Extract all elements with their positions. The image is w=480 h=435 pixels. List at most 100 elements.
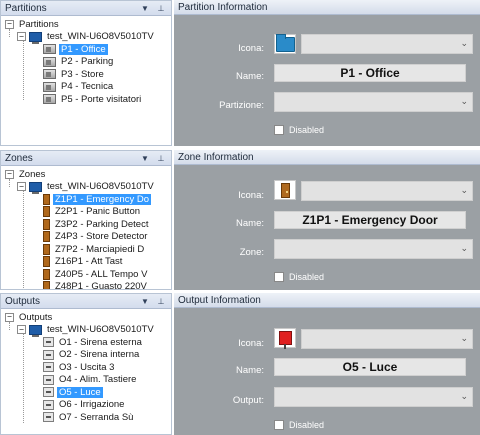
tree-item-label: Z40P5 - ALL Tempo V xyxy=(55,268,148,280)
name-label: Name: xyxy=(236,218,264,229)
icon-picker[interactable] xyxy=(274,33,296,54)
disabled-checkbox-row[interactable]: Disabled xyxy=(274,420,324,430)
zones-section: Zones ▼ ⊥ − Zones − test_WIN-U6O8V5010TV… xyxy=(0,150,480,290)
output-info-panel: Output Information Icona: ⌄ Name: O5 - L… xyxy=(174,293,480,435)
tree-item-zone[interactable]: Z3P2 - Parking Detect xyxy=(3,218,171,231)
pin-icon[interactable]: ⊥ xyxy=(155,2,167,14)
partition-label: Partizione: xyxy=(219,100,264,111)
icon-picker[interactable] xyxy=(274,180,296,200)
collapse-icon[interactable]: − xyxy=(17,32,26,42)
name-label: Name: xyxy=(236,71,264,82)
icon-picker[interactable] xyxy=(274,328,296,349)
collapse-icon[interactable]: − xyxy=(5,19,14,29)
tree-item-output[interactable]: O5 - Luce xyxy=(3,386,171,399)
disabled-checkbox[interactable] xyxy=(274,272,284,282)
tree-item-label: P4 - Tecnica xyxy=(61,81,114,93)
zones-tree-title: Zones xyxy=(5,152,33,164)
name-label: Name: xyxy=(236,365,264,376)
dropdown-icon[interactable]: ▼ xyxy=(139,152,151,164)
partition-icon xyxy=(43,81,56,92)
tree-item-label: Z1P1 - Emergency Do xyxy=(53,193,151,205)
tree-item-label: O4 - Alim. Tastiere xyxy=(59,374,137,386)
tree-item-partition[interactable]: P2 - Parking xyxy=(3,56,171,69)
door-icon xyxy=(43,218,50,230)
tree-item-output[interactable]: O3 - Uscita 3 xyxy=(3,361,171,374)
disabled-checkbox-row[interactable]: Disabled xyxy=(274,272,324,282)
partition-icon xyxy=(43,56,56,67)
tree-item-partition[interactable]: P5 - Porte visitatori xyxy=(3,93,171,106)
dropdown-icon[interactable]: ▼ xyxy=(139,295,151,307)
zone-select[interactable]: ⌄ xyxy=(274,239,473,259)
door-icon xyxy=(43,268,50,280)
disabled-label: Disabled xyxy=(289,272,325,282)
tree-item-output[interactable]: O7 - Serranda Sù xyxy=(3,411,171,424)
tree-item-zone[interactable]: Z4P3 - Store Detector xyxy=(3,231,171,244)
tree-computer-node[interactable]: − test_WIN-U6O8V5010TV xyxy=(3,324,171,337)
dropdown-icon[interactable]: ▼ xyxy=(139,2,151,14)
tree-item-zone[interactable]: Z7P2 - Marciapiedi D xyxy=(3,243,171,256)
tree-item-output[interactable]: O6 - Irrigazione xyxy=(3,399,171,412)
tree-root-label: Outputs xyxy=(19,311,53,323)
disabled-checkbox[interactable] xyxy=(274,420,284,430)
tree-item-zone[interactable]: Z2P1 - Panic Button xyxy=(3,206,171,219)
partition-icon xyxy=(43,44,56,55)
tree-item-zone[interactable]: Z40P5 - ALL Tempo V xyxy=(3,268,171,281)
tree-item-output[interactable]: O2 - Sirena interna xyxy=(3,349,171,362)
output-icon xyxy=(278,331,292,349)
icon-select[interactable]: ⌄ xyxy=(301,181,473,201)
zone-label: Zone: xyxy=(239,247,264,258)
tree-computer-node[interactable]: − test_WIN-U6O8V5010TV xyxy=(3,181,171,194)
tree-computer-node[interactable]: − test_WIN-U6O8V5010TV xyxy=(3,31,171,44)
tree-item-output[interactable]: O1 - Sirena esterna xyxy=(3,336,171,349)
collapse-icon[interactable]: − xyxy=(17,182,26,192)
tree-item-zone[interactable]: Z16P1 - Att Tast xyxy=(3,256,171,269)
icon-label: Icona: xyxy=(238,338,264,349)
output-icon xyxy=(43,374,54,385)
name-field[interactable]: O5 - Luce xyxy=(274,358,466,376)
outputs-tree-panel: Outputs ▼ ⊥ − Outputs − test_WIN-U6O8V50… xyxy=(0,293,172,435)
name-field[interactable]: Z1P1 - Emergency Door xyxy=(274,211,466,229)
zones-tree-header: Zones ▼ ⊥ xyxy=(1,151,171,166)
outputs-tree-header: Outputs ▼ ⊥ xyxy=(1,294,171,309)
tree-item-zone[interactable]: Z48P1 - Guasto 220V xyxy=(3,281,171,289)
icon-select[interactable]: ⌄ xyxy=(301,329,473,349)
tree-item-label: Z2P1 - Panic Button xyxy=(55,206,141,218)
collapse-icon[interactable]: − xyxy=(5,312,14,322)
door-icon xyxy=(43,281,50,289)
tree-item-output[interactable]: O4 - Alim. Tastiere xyxy=(3,374,171,387)
disabled-checkbox-row[interactable]: Disabled xyxy=(274,125,324,135)
chevron-down-icon: ⌄ xyxy=(460,334,468,344)
output-select[interactable]: ⌄ xyxy=(274,387,473,407)
tree-item-label: Z7P2 - Marciapiedi D xyxy=(55,243,145,255)
tree-root-outputs[interactable]: − Outputs xyxy=(3,311,171,324)
tree-item-zone[interactable]: Z1P1 - Emergency Do xyxy=(3,193,171,206)
partitions-section: Partitions ▼ ⊥ − Partitions − test_WIN-U… xyxy=(0,0,480,146)
partitions-tree-title: Partitions xyxy=(5,2,47,14)
icon-label: Icona: xyxy=(238,43,264,54)
tree-item-label: O2 - Sirena interna xyxy=(59,349,140,361)
output-icon xyxy=(43,349,54,360)
collapse-icon[interactable]: − xyxy=(5,169,14,179)
tree-root-zones[interactable]: − Zones xyxy=(3,168,171,181)
pin-icon[interactable]: ⊥ xyxy=(155,152,167,164)
computer-label: test_WIN-U6O8V5010TV xyxy=(47,324,154,336)
tree-item-label: O6 - Irrigazione xyxy=(59,399,125,411)
tree-item-label: P5 - Porte visitatori xyxy=(61,93,142,105)
name-field[interactable]: P1 - Office xyxy=(274,64,466,82)
partition-select[interactable]: ⌄ xyxy=(274,92,473,112)
output-icon xyxy=(43,337,54,348)
tree-item-partition[interactable]: P3 - Store xyxy=(3,68,171,81)
tree-item-label: O5 - Luce xyxy=(57,386,103,398)
collapse-icon[interactable]: − xyxy=(17,325,26,335)
computer-icon xyxy=(29,31,42,44)
tree-item-partition[interactable]: P4 - Tecnica xyxy=(3,81,171,94)
tree-root-partitions[interactable]: − Partitions xyxy=(3,18,171,31)
tree-item-partition[interactable]: P1 - Office xyxy=(3,43,171,56)
icon-select[interactable]: ⌄ xyxy=(301,34,473,54)
chevron-down-icon: ⌄ xyxy=(460,97,468,107)
computer-icon xyxy=(29,324,42,337)
computer-icon xyxy=(29,181,42,194)
computer-label: test_WIN-U6O8V5010TV xyxy=(47,181,154,193)
disabled-checkbox[interactable] xyxy=(274,125,284,135)
pin-icon[interactable]: ⊥ xyxy=(155,295,167,307)
